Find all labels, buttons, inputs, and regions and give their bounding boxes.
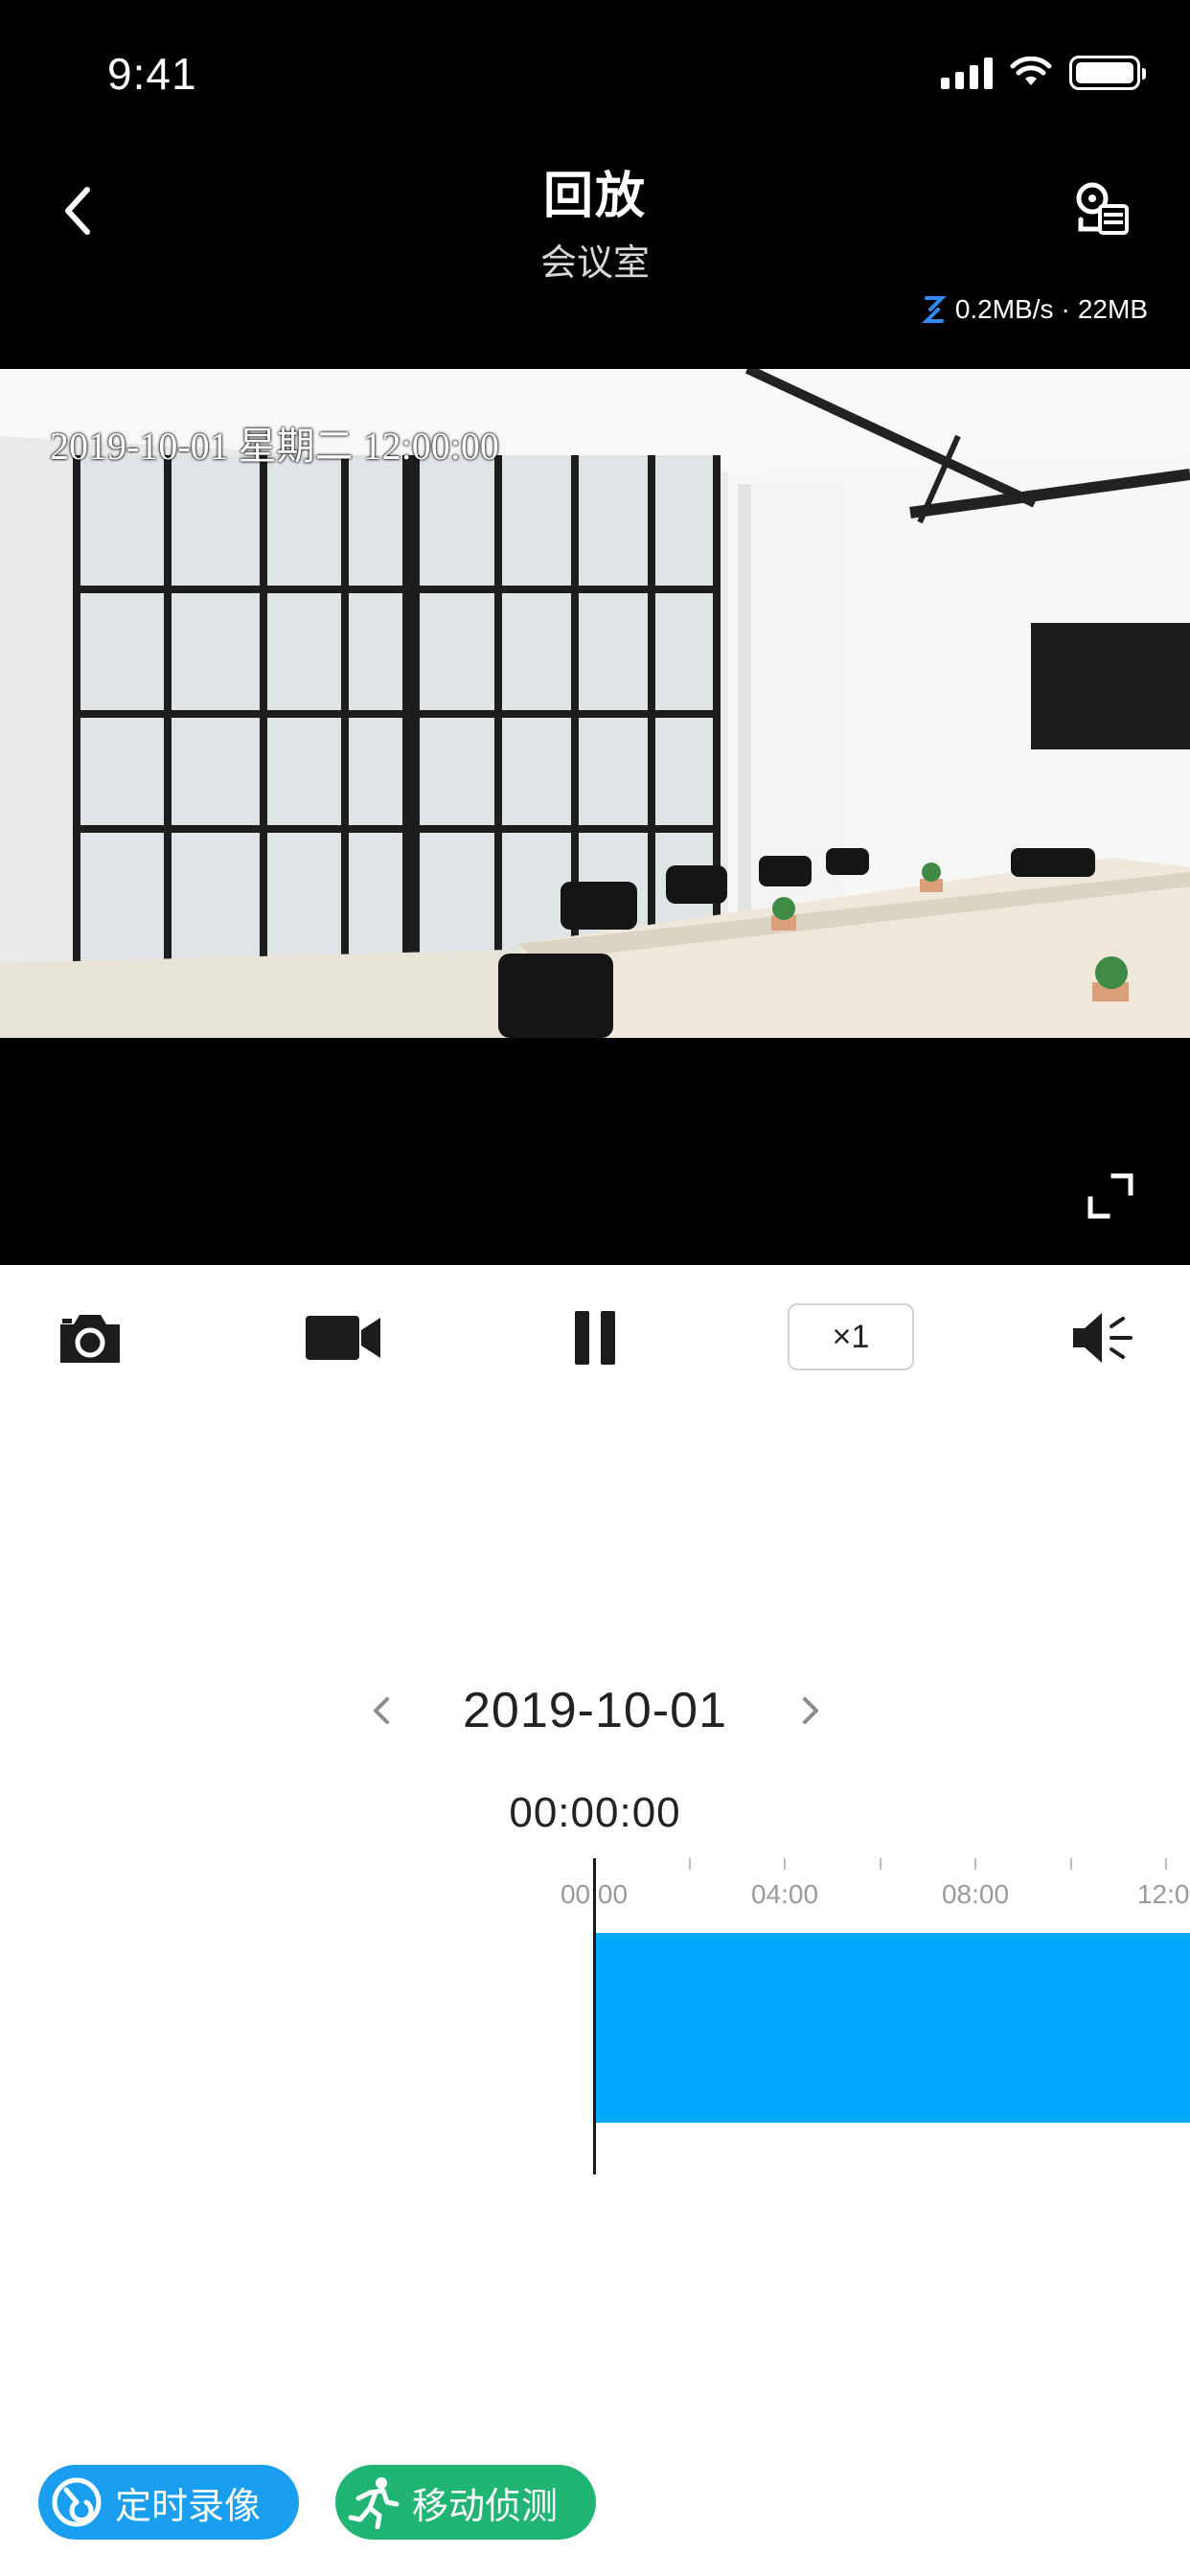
snapshot-button[interactable] xyxy=(54,1303,126,1372)
mute-button[interactable] xyxy=(1069,1303,1136,1372)
speed-value: 0.2MB/s xyxy=(954,294,1054,324)
timeline-tick xyxy=(880,1858,881,1870)
timeline[interactable]: 00:00 04:00 08:00 12:00 xyxy=(0,1854,1190,2180)
size-value: 22MB xyxy=(1077,294,1148,324)
header: 9:41 回放 会议室 0.2MB/s · 22MB xyxy=(0,0,1190,369)
battery-icon xyxy=(1069,56,1146,90)
wifi-icon xyxy=(1010,57,1052,85)
status-bar: 9:41 xyxy=(0,0,1190,134)
timeline-tick xyxy=(1165,1858,1167,1870)
tick-label: 04:00 xyxy=(750,1879,819,1909)
date-navigator: 2019-10-01 xyxy=(0,1672,1190,1749)
tick-label: 12:00 xyxy=(1136,1879,1190,1909)
current-playback-time: 00:00:00 xyxy=(509,1789,681,1836)
cellular-signal-icon xyxy=(941,57,993,89)
status-icons xyxy=(941,54,1146,92)
timer-icon xyxy=(50,2475,103,2529)
next-day-button[interactable] xyxy=(791,1682,830,1739)
running-person-icon xyxy=(347,2475,400,2529)
timeline-tick xyxy=(784,1858,786,1870)
video-camera-icon xyxy=(306,1316,380,1360)
network-speed: 0.2MB/s · 22MB xyxy=(921,294,1148,325)
motion-detection-chip: 移动侦测 xyxy=(335,2465,596,2540)
timeline-tick xyxy=(689,1858,691,1870)
storage-settings-icon xyxy=(1076,182,1129,235)
timed-recording-label: 定时录像 xyxy=(115,2486,262,2527)
fullscreen-icon xyxy=(1087,1173,1133,1219)
recording-type-legend: 定时录像 移动侦测 xyxy=(0,2465,1190,2542)
storage-settings-button[interactable] xyxy=(1071,177,1133,239)
fullscreen-button[interactable] xyxy=(1087,1172,1134,1220)
video-player[interactable]: 2019-10-01 星期二 12:00:00 xyxy=(0,369,1190,1038)
osd-timestamp: 2019-10-01 星期二 12:00:00 xyxy=(50,425,499,468)
page-title: 回放 xyxy=(542,169,647,224)
device-name: 会议室 xyxy=(539,243,650,284)
status-time: 9:41 xyxy=(107,49,197,99)
title-block: 回放 会议室 xyxy=(0,155,1190,286)
pause-button[interactable] xyxy=(571,1303,619,1372)
recording-segment[interactable] xyxy=(594,1933,1190,2123)
timed-recording-chip: 定时录像 xyxy=(38,2465,299,2540)
timeline-tick xyxy=(974,1858,976,1870)
motion-detection-label: 移动侦测 xyxy=(412,2486,559,2527)
playhead[interactable] xyxy=(593,1858,596,2174)
transfer-icon xyxy=(921,296,947,323)
playback-speed-button[interactable]: ×1 xyxy=(788,1303,914,1370)
tick-label: 08:00 xyxy=(941,1879,1010,1909)
record-button[interactable] xyxy=(303,1303,383,1372)
separator: · xyxy=(1061,294,1070,324)
speaker-muted-icon xyxy=(1073,1313,1133,1363)
playback-controls: ×1 xyxy=(0,1265,1190,1409)
current-date[interactable]: 2019-10-01 xyxy=(0,1682,1190,1739)
chevron-right-icon xyxy=(803,1697,818,1724)
pause-icon xyxy=(575,1311,615,1365)
timeline-tick xyxy=(1070,1858,1072,1870)
video-letterbox xyxy=(0,1038,1190,1265)
camera-icon xyxy=(60,1315,120,1363)
